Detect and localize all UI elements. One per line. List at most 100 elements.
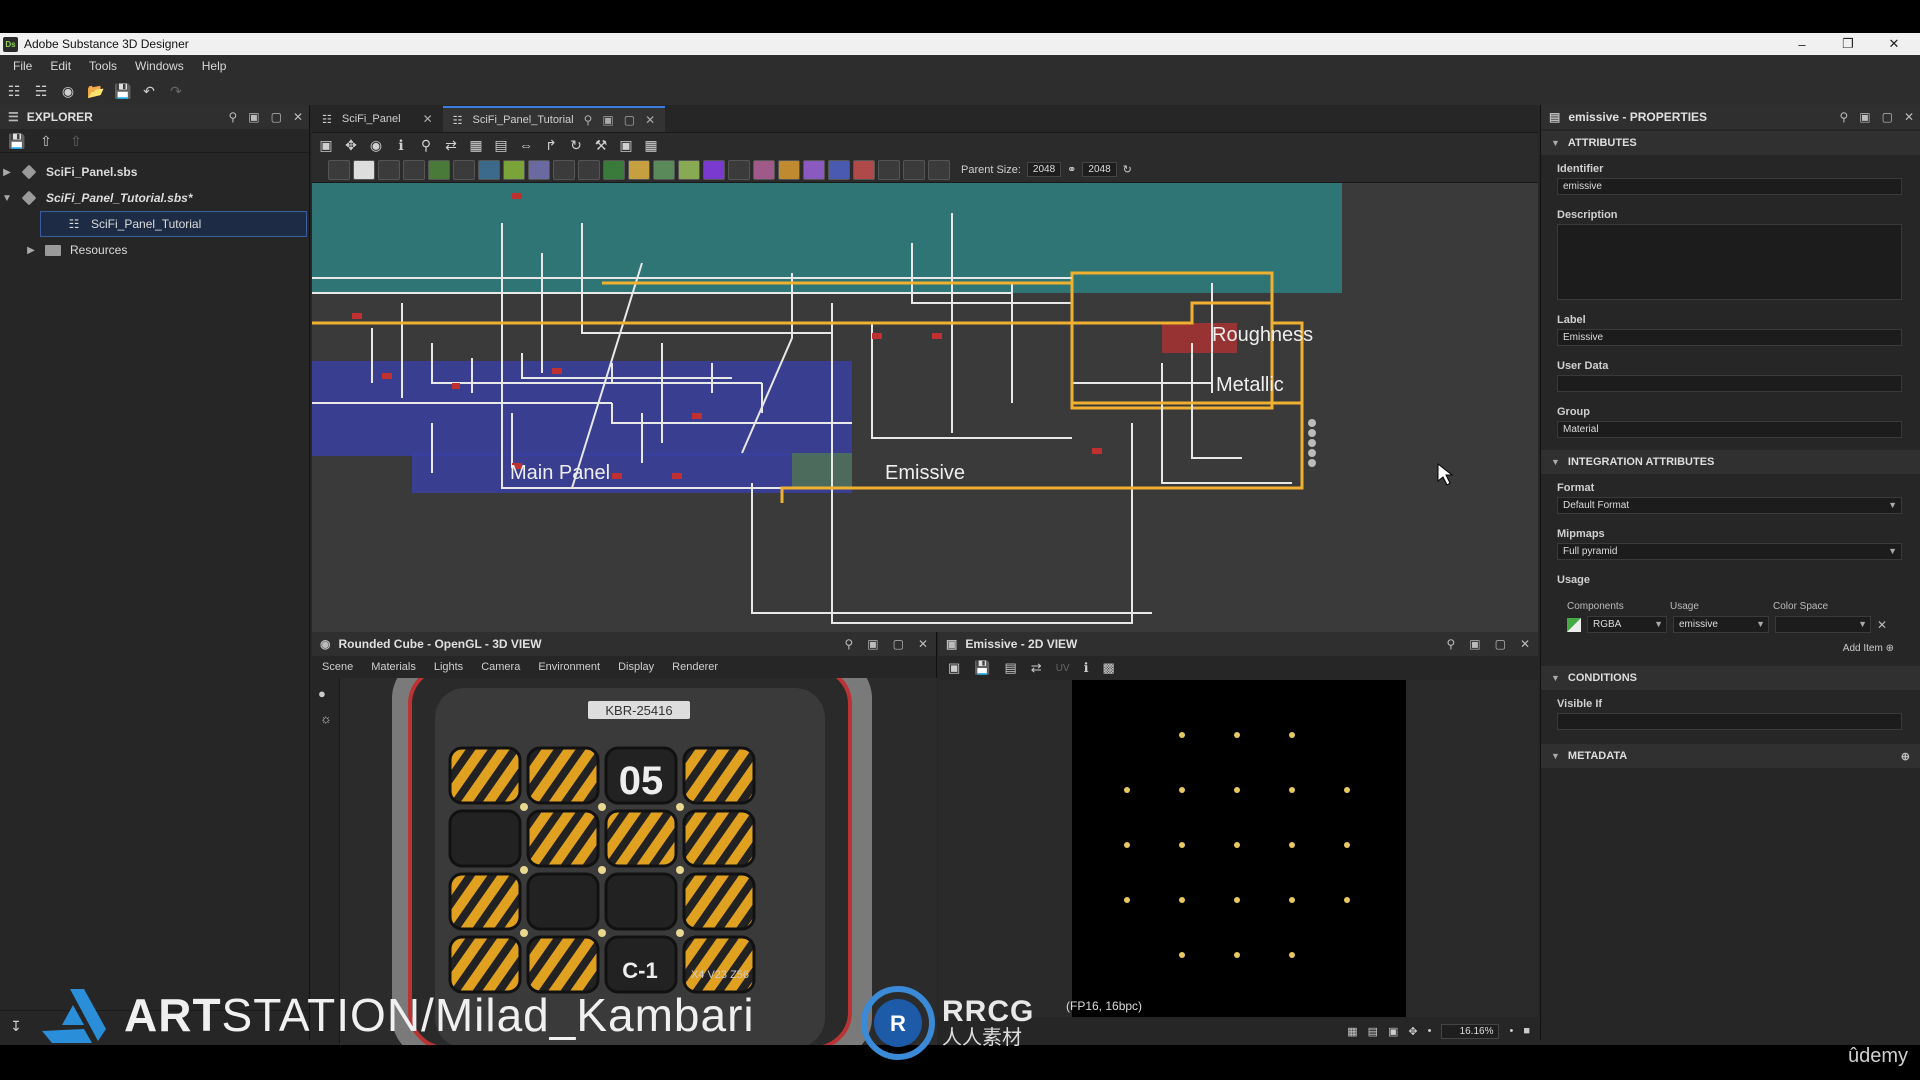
view-2d-viewport[interactable]: (FP16, 16bpc) xyxy=(938,680,1538,1017)
chevron-right-icon[interactable]: ▶ xyxy=(24,245,38,256)
menu-environment[interactable]: Environment xyxy=(538,661,600,673)
minimize-icon[interactable]: – xyxy=(1782,33,1822,55)
tree-item-scifi-panel-tutorial[interactable]: ▼ SciFi_Panel_Tutorial.sbs* xyxy=(0,185,309,211)
node-tile-icon[interactable] xyxy=(553,159,575,180)
frame-top[interactable] xyxy=(312,183,1342,293)
snap-icon[interactable]: ▣ xyxy=(618,137,634,153)
components-select[interactable]: RGBA ▼ xyxy=(1587,616,1667,633)
node-warning-icon[interactable] xyxy=(778,159,800,180)
export-icon[interactable]: ⇧ xyxy=(38,133,54,149)
float-icon[interactable]: ▣ xyxy=(1859,110,1870,124)
restore-icon[interactable]: ❐ xyxy=(1828,33,1868,55)
section-attributes[interactable]: ▼ ATTRIBUTES xyxy=(1541,131,1920,155)
menu-materials[interactable]: Materials xyxy=(371,661,416,673)
zoom-field[interactable]: 16.16% xyxy=(1441,1023,1500,1039)
node-uniform-color-icon[interactable] xyxy=(353,159,375,180)
label-field[interactable]: Emissive xyxy=(1557,329,1902,346)
node-fx-icon[interactable] xyxy=(728,159,750,180)
menu-lights[interactable]: Lights xyxy=(434,661,463,673)
node-text-icon[interactable] xyxy=(803,159,825,180)
connect-icon[interactable]: ⇔ xyxy=(518,137,534,153)
node-input-icon[interactable] xyxy=(928,159,950,180)
node-curve-icon[interactable] xyxy=(428,159,450,180)
menu-edit[interactable]: Edit xyxy=(41,59,80,73)
close-icon[interactable]: ✕ xyxy=(293,110,303,124)
float-icon[interactable]: ▣ xyxy=(1469,637,1480,651)
undo-icon[interactable]: ↶ xyxy=(141,83,157,99)
node-height-icon[interactable] xyxy=(678,159,700,180)
maximize-icon[interactable]: ▢ xyxy=(1495,637,1506,651)
menu-file[interactable]: File xyxy=(4,59,41,73)
pin-tab-icon[interactable]: ⚲ xyxy=(584,113,593,127)
menu-display[interactable]: Display xyxy=(618,661,654,673)
light-icon[interactable]: ☼ xyxy=(312,709,339,728)
maximize-icon[interactable]: ▢ xyxy=(893,637,904,651)
save-package-icon[interactable]: 💾 xyxy=(8,133,25,149)
maximize-tab-icon[interactable]: ▢ xyxy=(624,113,635,127)
new-package-icon[interactable]: ◉ xyxy=(60,83,76,99)
node-output-icon[interactable] xyxy=(903,159,925,180)
lock-icon[interactable]: ■ xyxy=(1523,1025,1530,1037)
pin-icon[interactable]: ⚲ xyxy=(1446,637,1455,651)
float-icon[interactable]: ▣ xyxy=(248,110,259,124)
screenshot-icon[interactable]: ◉ xyxy=(368,137,384,153)
frame-main-panel[interactable] xyxy=(312,361,852,456)
grid-icon[interactable]: ▦ xyxy=(1347,1025,1357,1038)
frame-emissive[interactable] xyxy=(792,453,852,488)
fit-icon[interactable]: ▣ xyxy=(1388,1025,1398,1038)
float-icon[interactable]: ▣ xyxy=(867,637,878,651)
add-item-button[interactable]: Add Item ⊕ xyxy=(1541,633,1920,654)
new-function-icon[interactable]: ☵ xyxy=(33,83,49,99)
maximize-icon[interactable]: ▢ xyxy=(271,110,282,124)
close-tab-icon[interactable]: ✕ xyxy=(423,112,433,126)
menu-help[interactable]: Help xyxy=(193,59,236,73)
tree-item-graph[interactable]: ☷ SciFi_Panel_Tutorial xyxy=(40,211,307,237)
reset-icon[interactable]: ↻ xyxy=(1123,163,1132,176)
node-levels-icon[interactable] xyxy=(453,159,475,180)
graph-canvas[interactable]: Roughness Metallic Main Panel Emissive xyxy=(312,183,1538,632)
reroute-icon[interactable]: ↱ xyxy=(543,137,559,153)
close-icon[interactable]: ✕ xyxy=(1520,637,1530,651)
node-ao-icon[interactable] xyxy=(603,159,625,180)
link-icon[interactable]: ⇄ xyxy=(443,137,459,153)
pin-icon[interactable]: ⚲ xyxy=(844,637,853,651)
tab-scifi-panel[interactable]: ☷ SciFi_Panel ✕ xyxy=(312,106,443,132)
layout-icon[interactable]: ▦ xyxy=(468,137,484,153)
node-normal-icon[interactable] xyxy=(578,159,600,180)
node-shape-icon[interactable] xyxy=(528,159,550,180)
refresh-icon[interactable]: ↻ xyxy=(568,137,584,153)
size-select[interactable]: 2048 xyxy=(1082,162,1117,177)
tiling-icon[interactable]: ▤ xyxy=(1368,1025,1378,1038)
menu-windows[interactable]: Windows xyxy=(126,59,193,73)
section-metadata[interactable]: ▼ METADATA ⊕ xyxy=(1541,744,1920,768)
library-icon[interactable]: ↧ xyxy=(8,1018,24,1034)
description-field[interactable] xyxy=(1557,224,1902,300)
zoom-out-icon[interactable]: • xyxy=(1428,1025,1432,1037)
node-blend-icon[interactable] xyxy=(378,159,400,180)
add-metadata-icon[interactable]: ⊕ xyxy=(1901,750,1910,763)
node-warp-icon[interactable] xyxy=(478,159,500,180)
group-field[interactable]: Material xyxy=(1557,421,1902,438)
new-graph-icon[interactable]: ☷ xyxy=(6,83,22,99)
align-icon[interactable]: ✥ xyxy=(343,137,359,153)
maximize-icon[interactable]: ▢ xyxy=(1882,110,1893,124)
parent-size-select[interactable]: 2048 xyxy=(1026,162,1062,177)
node-frame-icon[interactable] xyxy=(828,159,850,180)
node-noise-icon[interactable] xyxy=(653,159,675,180)
remove-item-icon[interactable]: ✕ xyxy=(1877,618,1887,632)
tree-item-resources[interactable]: ▶ Resources xyxy=(0,237,309,263)
histogram-icon[interactable]: ▩ xyxy=(1103,660,1115,676)
node-color-icon[interactable] xyxy=(703,159,725,180)
node-value-icon[interactable] xyxy=(878,159,900,180)
zoom-in-icon[interactable]: • xyxy=(1509,1025,1513,1037)
export-image-icon[interactable]: ▤ xyxy=(1004,660,1016,676)
usage-select[interactable]: emissive ▼ xyxy=(1673,616,1769,633)
menu-tools[interactable]: Tools xyxy=(80,59,126,73)
close-tab-icon[interactable]: ✕ xyxy=(645,113,655,127)
frame-all-icon[interactable]: ▣ xyxy=(318,137,334,153)
publish-icon[interactable]: ⇧ xyxy=(68,133,84,149)
grid-icon[interactable]: ▦ xyxy=(643,137,659,153)
node-fill-icon[interactable] xyxy=(853,159,875,180)
node-gradient-icon[interactable] xyxy=(503,159,525,180)
save-icon[interactable]: 💾 xyxy=(114,83,131,99)
